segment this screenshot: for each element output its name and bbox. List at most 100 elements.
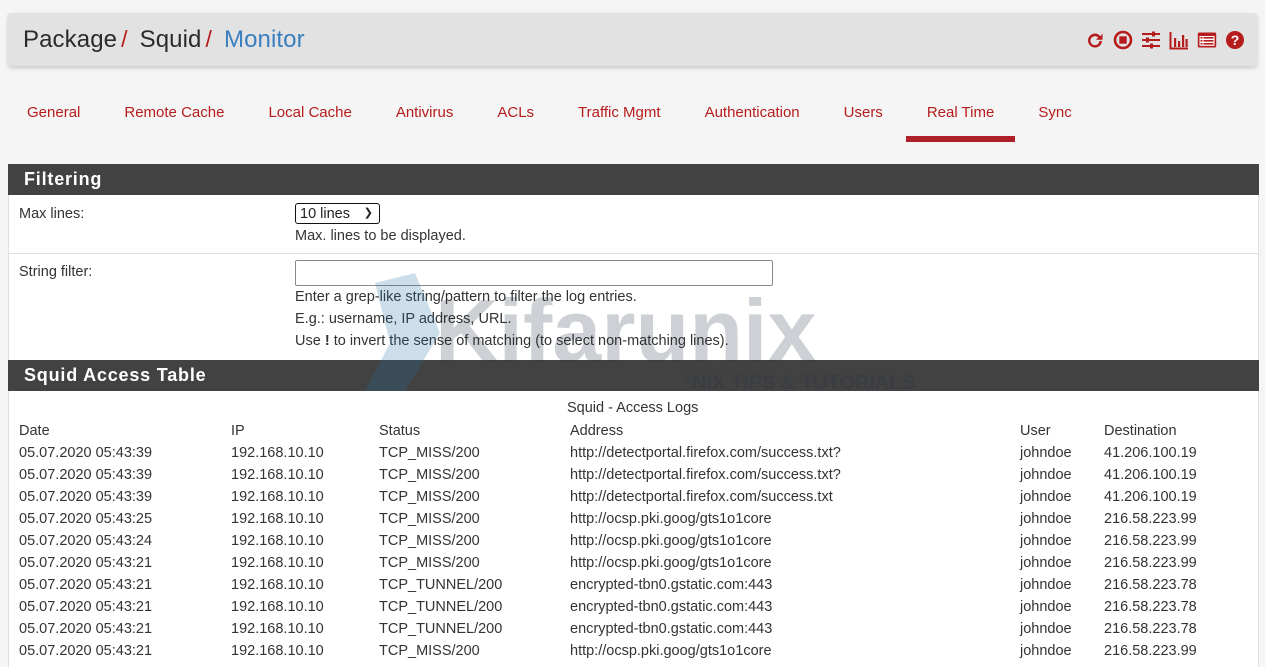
filtering-panel-heading: Filtering — [8, 164, 1259, 195]
cell-status: TCP_TUNNEL/200 — [379, 599, 503, 615]
cell-ip: 192.168.10.10 — [231, 533, 324, 549]
cell-destination: 216.58.223.99 — [1104, 533, 1197, 549]
cell-user: johndoe — [1020, 599, 1072, 615]
cell-user: johndoe — [1020, 643, 1072, 659]
max-lines-label: Max lines: — [19, 206, 85, 222]
cell-user: johndoe — [1020, 467, 1072, 483]
table-row: 05.07.2020 05:43:21 192.168.10.10 TCP_MISS… — [19, 640, 1234, 662]
cell-status: TCP_MISS/200 — [379, 445, 480, 461]
cell-ip: 192.168.10.10 — [231, 489, 324, 505]
tab-sync[interactable]: Sync — [1038, 90, 1071, 142]
max-lines-select[interactable]: 10 lines ❯ — [295, 203, 380, 224]
tab-remote-cache[interactable]: Remote Cache — [124, 90, 224, 142]
max-lines-field: 10 lines ❯ Max. lines to be displayed. — [295, 203, 466, 247]
cell-date: 05.07.2020 05:43:21 — [19, 621, 153, 637]
table-row: 05.07.2020 05:43:21 192.168.10.10 TCP_TUNN… — [19, 618, 1234, 640]
string-filter-help-3: Use ! to invert the sense of matching (t… — [295, 330, 773, 352]
cell-ip: 192.168.10.10 — [231, 643, 324, 659]
stop-icon[interactable] — [1113, 30, 1133, 50]
cell-date: 05.07.2020 05:43:25 — [19, 511, 153, 527]
cell-user: johndoe — [1020, 577, 1072, 593]
sliders-icon[interactable] — [1141, 30, 1161, 50]
max-lines-selected-value: 10 lines — [300, 205, 350, 222]
filtering-panel-body: Max lines: 10 lines ❯ Max. lines to be d… — [8, 195, 1259, 360]
cell-ip: 192.168.10.10 — [231, 511, 324, 527]
cell-date: 05.07.2020 05:43:39 — [19, 445, 153, 461]
breadcrumb-separator: / — [205, 26, 212, 52]
chevron-down-icon: ❯ — [363, 207, 373, 219]
table-row: 05.07.2020 05:43:39 192.168.10.10 TCP_MISS… — [19, 486, 1234, 508]
table-row: 05.07.2020 05:43:25 192.168.10.10 TCP_MISS… — [19, 508, 1234, 530]
cell-status: TCP_MISS/200 — [379, 533, 480, 549]
cell-address: encrypted-tbn0.gstatic.com:443 — [570, 599, 773, 615]
bar-chart-icon[interactable] — [1169, 30, 1189, 50]
cell-ip: 192.168.10.10 — [231, 445, 324, 461]
tab-general[interactable]: General — [27, 90, 80, 142]
table-row: 05.07.2020 05:43:24 192.168.10.10 TCP_MISS… — [19, 530, 1234, 552]
tab-real-time[interactable]: Real Time — [905, 90, 1015, 142]
cell-destination: 41.206.100.19 — [1104, 489, 1197, 505]
column-header-destination: Destination — [1104, 423, 1177, 439]
string-filter-input[interactable] — [295, 260, 773, 286]
table-row: 05.07.2020 05:43:39 192.168.10.10 TCP_MISS… — [19, 442, 1234, 464]
tab-authentication[interactable]: Authentication — [705, 90, 800, 142]
column-header-date: Date — [19, 423, 50, 439]
cell-status: TCP_MISS/200 — [379, 467, 480, 483]
cell-address: http://ocsp.pki.goog/gts1o1core — [570, 643, 772, 659]
column-header-address: Address — [570, 423, 624, 439]
cell-status: TCP_MISS/200 — [379, 489, 480, 505]
breadcrumb: Package / Squid / Monitor — [8, 26, 305, 54]
cell-ip: 192.168.10.10 — [231, 599, 324, 615]
log-list-icon[interactable] — [1197, 30, 1217, 50]
cell-ip: 192.168.10.10 — [231, 577, 324, 593]
table-row: 05.07.2020 05:43:21 192.168.10.10 TCP_TUNN… — [19, 574, 1234, 596]
string-filter-label: String filter: — [19, 264, 93, 280]
cell-address: http://ocsp.pki.goog/gts1o1core — [570, 533, 772, 549]
access-table-panel-heading: Squid Access Table — [8, 360, 1259, 391]
cell-address: http://detectportal.firefox.com/success.… — [570, 445, 841, 461]
cell-status: TCP_TUNNEL/200 — [379, 621, 503, 637]
header-actions: ? — [1085, 13, 1245, 66]
cell-date: 05.07.2020 05:43:21 — [19, 599, 153, 615]
cell-date: 05.07.2020 05:43:21 — [19, 643, 153, 659]
tab-users[interactable]: Users — [844, 90, 883, 142]
string-filter-field: Enter a grep-like string/pattern to filt… — [295, 260, 773, 352]
tab-bar: General Remote Cache Local Cache Antivir… — [8, 90, 1257, 142]
tab-traffic-mgmt[interactable]: Traffic Mgmt — [578, 90, 661, 142]
cell-user: johndoe — [1020, 555, 1072, 571]
breadcrumb-package[interactable]: Package — [23, 26, 117, 54]
max-lines-row: Max lines: 10 lines ❯ Max. lines to be d… — [9, 195, 1258, 254]
cell-destination: 216.58.223.99 — [1104, 555, 1197, 571]
cell-address: encrypted-tbn0.gstatic.com:443 — [570, 577, 773, 593]
tab-acls[interactable]: ACLs — [497, 90, 534, 142]
cell-ip: 192.168.10.10 — [231, 621, 324, 637]
cell-address: http://detectportal.firefox.com/success.… — [570, 489, 833, 505]
reload-icon[interactable] — [1085, 30, 1105, 50]
cell-destination: 216.58.223.99 — [1104, 643, 1197, 659]
help-3-prefix: Use — [295, 333, 325, 349]
help-3-suffix: to invert the sense of matching (to sele… — [329, 333, 729, 349]
table-row: 05.07.2020 05:43:21 192.168.10.10 TCP_MISS… — [19, 552, 1234, 574]
breadcrumb-squid[interactable]: Squid — [140, 26, 202, 54]
cell-destination: 216.58.223.78 — [1104, 599, 1197, 615]
cell-address: http://ocsp.pki.goog/gts1o1core — [570, 511, 772, 527]
cell-destination: 216.58.223.78 — [1104, 621, 1197, 637]
cell-address: http://ocsp.pki.goog/gts1o1core — [570, 555, 772, 571]
cell-ip: 192.168.10.10 — [231, 467, 324, 483]
cell-user: johndoe — [1020, 533, 1072, 549]
help-icon[interactable]: ? — [1225, 30, 1245, 50]
cell-user: johndoe — [1020, 511, 1072, 527]
cell-user: johndoe — [1020, 489, 1072, 505]
tab-local-cache[interactable]: Local Cache — [268, 90, 351, 142]
column-header-status: Status — [379, 423, 421, 439]
breadcrumb-monitor[interactable]: Monitor — [224, 26, 305, 54]
breadcrumb-separator: / — [121, 26, 128, 52]
tab-antivirus[interactable]: Antivirus — [396, 90, 454, 142]
cell-address: http://detectportal.firefox.com/success.… — [570, 467, 841, 483]
page-header: Package / Squid / Monitor ? — [8, 13, 1257, 66]
cell-address: encrypted-tbn0.gstatic.com:443 — [570, 621, 773, 637]
cell-destination: 41.206.100.19 — [1104, 467, 1197, 483]
cell-date: 05.07.2020 05:43:21 — [19, 577, 153, 593]
max-lines-help: Max. lines to be displayed. — [295, 228, 466, 244]
column-header-ip: IP — [231, 423, 245, 439]
